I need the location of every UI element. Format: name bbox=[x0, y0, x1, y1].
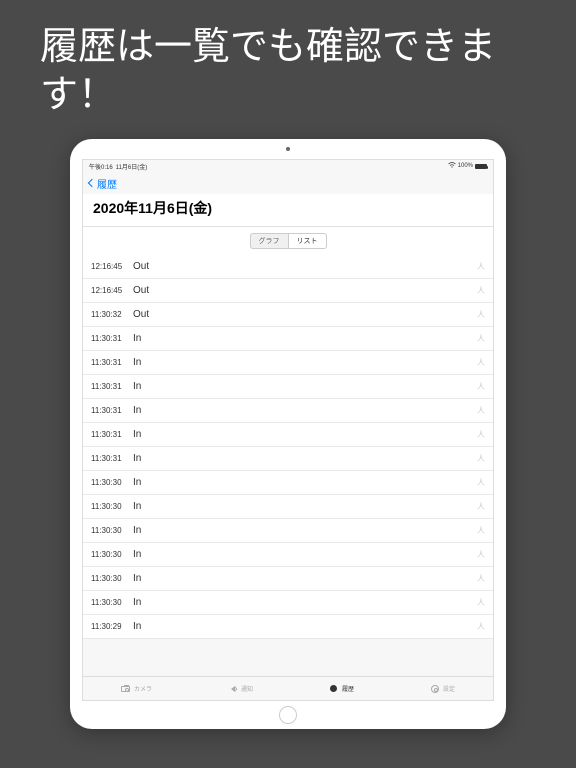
list-item[interactable]: 12:16:45Out人 bbox=[83, 279, 493, 303]
row-status: In bbox=[133, 525, 477, 536]
navigation-bar: 履歴 bbox=[83, 172, 493, 194]
battery-icon bbox=[475, 164, 487, 169]
list-item[interactable]: 11:30:30In人 bbox=[83, 471, 493, 495]
row-time: 11:30:30 bbox=[91, 574, 133, 583]
list-item[interactable]: 11:30:30In人 bbox=[83, 495, 493, 519]
row-status: In bbox=[133, 549, 477, 560]
page-title: 2020年11月6日(金) bbox=[83, 194, 493, 227]
row-status: In bbox=[133, 333, 477, 344]
row-tag: 人 bbox=[477, 357, 485, 368]
row-status: Out bbox=[133, 285, 477, 296]
history-icon bbox=[329, 684, 339, 694]
row-time: 11:30:31 bbox=[91, 382, 133, 391]
row-status: In bbox=[133, 381, 477, 392]
status-time: 午後0:16 bbox=[89, 162, 113, 171]
row-tag: 人 bbox=[477, 573, 485, 584]
row-time: 11:30:31 bbox=[91, 454, 133, 463]
status-date: 11月6日(金) bbox=[116, 162, 148, 171]
list-item[interactable]: 12:16:45Out人 bbox=[83, 255, 493, 279]
list-item[interactable]: 11:30:30In人 bbox=[83, 567, 493, 591]
row-status: Out bbox=[133, 261, 477, 272]
row-tag: 人 bbox=[477, 309, 485, 320]
row-tag: 人 bbox=[477, 501, 485, 512]
row-time: 12:16:45 bbox=[91, 286, 133, 295]
status-bar: 午後0:16 11月6日(金) 100% bbox=[83, 160, 493, 172]
row-status: Out bbox=[133, 309, 477, 320]
row-status: In bbox=[133, 501, 477, 512]
row-time: 11:30:31 bbox=[91, 334, 133, 343]
row-time: 12:16:45 bbox=[91, 262, 133, 271]
row-time: 11:30:31 bbox=[91, 430, 133, 439]
chevron-left-icon bbox=[88, 179, 96, 187]
row-status: In bbox=[133, 357, 477, 368]
row-tag: 人 bbox=[477, 477, 485, 488]
tab-settings-label: 設定 bbox=[443, 684, 455, 693]
tab-history-label: 履歴 bbox=[342, 684, 354, 693]
row-tag: 人 bbox=[477, 381, 485, 392]
list-item[interactable]: 11:30:31In人 bbox=[83, 399, 493, 423]
row-status: In bbox=[133, 453, 477, 464]
list-item[interactable]: 11:30:30In人 bbox=[83, 543, 493, 567]
row-tag: 人 bbox=[477, 261, 485, 272]
row-tag: 人 bbox=[477, 621, 485, 632]
segment-graph[interactable]: グラフ bbox=[250, 233, 288, 249]
row-time: 11:30:32 bbox=[91, 310, 133, 319]
promo-headline: 履歴は一覧でも確認できます！ bbox=[0, 0, 576, 139]
list-item[interactable]: 11:30:31In人 bbox=[83, 351, 493, 375]
row-time: 11:30:30 bbox=[91, 550, 133, 559]
row-tag: 人 bbox=[477, 285, 485, 296]
device-camera-dot bbox=[286, 147, 290, 151]
home-button[interactable] bbox=[279, 706, 297, 724]
tab-history[interactable]: 履歴 bbox=[329, 684, 354, 694]
history-list: 12:16:45Out人12:16:45Out人11:30:32Out人11:3… bbox=[83, 255, 493, 639]
tab-camera[interactable]: カメラ bbox=[121, 684, 152, 694]
settings-icon bbox=[430, 684, 440, 694]
list-item[interactable]: 11:30:32Out人 bbox=[83, 303, 493, 327]
device-screen: 午後0:16 11月6日(金) 100% 履歴 2020年11月6日(金) グラ… bbox=[82, 159, 494, 701]
row-time: 11:30:30 bbox=[91, 598, 133, 607]
row-tag: 人 bbox=[477, 597, 485, 608]
list-item[interactable]: 11:30:31In人 bbox=[83, 375, 493, 399]
tab-notify-label: 通知 bbox=[241, 684, 253, 693]
row-time: 11:30:30 bbox=[91, 526, 133, 535]
row-tag: 人 bbox=[477, 453, 485, 464]
segment-control: グラフ リスト bbox=[83, 227, 493, 255]
list-item[interactable]: 11:30:30In人 bbox=[83, 519, 493, 543]
row-tag: 人 bbox=[477, 405, 485, 416]
list-item[interactable]: 11:30:31In人 bbox=[83, 423, 493, 447]
list-item[interactable]: 11:30:31In人 bbox=[83, 447, 493, 471]
row-time: 11:30:31 bbox=[91, 406, 133, 415]
row-status: In bbox=[133, 573, 477, 584]
row-time: 11:30:30 bbox=[91, 478, 133, 487]
row-time: 11:30:29 bbox=[91, 622, 133, 631]
list-item[interactable]: 11:30:31In人 bbox=[83, 327, 493, 351]
battery-percent: 100% bbox=[458, 163, 473, 169]
row-status: In bbox=[133, 405, 477, 416]
list-item[interactable]: 11:30:30In人 bbox=[83, 591, 493, 615]
segment-list[interactable]: リスト bbox=[288, 233, 327, 249]
back-button[interactable]: 履歴 bbox=[89, 176, 117, 191]
tab-camera-label: カメラ bbox=[134, 684, 152, 693]
row-status: In bbox=[133, 621, 477, 632]
back-label: 履歴 bbox=[97, 176, 117, 191]
row-time: 11:30:30 bbox=[91, 502, 133, 511]
tab-bar: カメラ 通知 履歴 設定 bbox=[83, 676, 493, 700]
row-status: In bbox=[133, 429, 477, 440]
row-status: In bbox=[133, 477, 477, 488]
row-time: 11:30:31 bbox=[91, 358, 133, 367]
row-status: In bbox=[133, 597, 477, 608]
tab-notify[interactable]: 通知 bbox=[228, 684, 253, 694]
row-tag: 人 bbox=[477, 525, 485, 536]
list-item[interactable]: 11:30:29In人 bbox=[83, 615, 493, 639]
row-tag: 人 bbox=[477, 333, 485, 344]
wifi-icon bbox=[448, 162, 456, 170]
ipad-device-frame: 午後0:16 11月6日(金) 100% 履歴 2020年11月6日(金) グラ… bbox=[70, 139, 506, 729]
row-tag: 人 bbox=[477, 429, 485, 440]
camera-icon bbox=[121, 684, 131, 694]
row-tag: 人 bbox=[477, 549, 485, 560]
tab-settings[interactable]: 設定 bbox=[430, 684, 455, 694]
speaker-icon bbox=[228, 684, 238, 694]
